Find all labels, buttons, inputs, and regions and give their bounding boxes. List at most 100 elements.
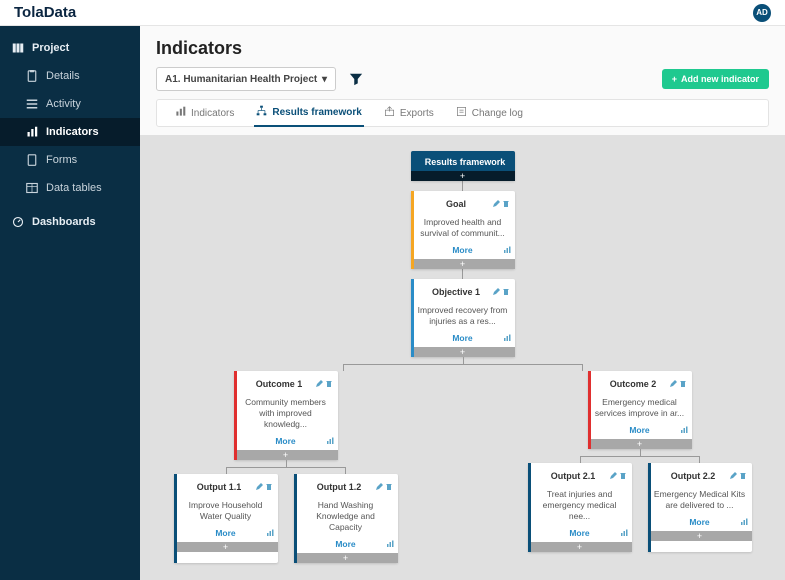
node-body: Improved health and survival of communit… [411,215,515,243]
add-button-label: Add new indicator [681,74,759,84]
edit-icon[interactable] [609,469,617,483]
sidebar: Project Details Activity Indicators Form… [0,26,140,580]
node-output-1-2[interactable]: Output 1.2 Hand Washing Knowledge and Ca… [294,474,398,563]
add-child-button[interactable]: + [234,450,338,460]
sidebar-item-project[interactable]: Project [0,34,140,62]
chart-icon [326,437,334,447]
clipboard-icon [26,70,38,82]
node-output-1-1[interactable]: Output 1.1 Improve Household Water Quali… [174,474,278,563]
node-more-link[interactable]: More [234,434,338,450]
tab-indicators[interactable]: Indicators [173,100,236,126]
sidebar-label: Indicators [46,126,99,138]
chart-icon [266,529,274,539]
node-root[interactable]: Results framework + [411,151,515,181]
node-objective[interactable]: Objective 1 Improved recovery from injur… [411,279,515,357]
add-child-button[interactable]: + [411,347,515,357]
delete-icon[interactable] [385,480,393,494]
add-child-button[interactable]: + [411,171,515,181]
add-child-button[interactable]: + [411,259,515,269]
node-body: Emergency Medical Kits are delivered to … [648,487,752,515]
node-title: Output 1.2 [304,482,375,492]
edit-icon[interactable] [375,480,383,494]
node-title: Goal [421,199,492,209]
add-child-button[interactable]: + [174,542,278,552]
node-more-link[interactable]: More [528,526,632,542]
delete-icon[interactable] [265,480,273,494]
user-avatar[interactable]: AD [753,4,771,22]
node-title: Objective 1 [421,287,492,297]
tab-label: Indicators [191,108,234,119]
main-panel: Indicators A1. Humanitarian Health Proje… [140,26,785,580]
list-icon [26,98,38,110]
sidebar-label: Details [46,70,80,82]
brand-logo: TolaData [14,4,76,21]
node-more-link[interactable]: More [294,537,398,553]
delete-icon[interactable] [502,197,510,211]
sidebar-item-dashboards[interactable]: Dashboards [0,208,140,236]
sidebar-label: Dashboards [32,216,96,228]
tab-changelog[interactable]: Change log [454,100,525,126]
add-child-button[interactable]: + [528,542,632,552]
node-body: Hand Washing Knowledge and Capacity [294,498,398,537]
tab-results-framework[interactable]: Results framework [254,99,363,127]
sidebar-label: Forms [46,154,77,166]
edit-icon[interactable] [492,197,500,211]
node-more-link[interactable]: More [411,243,515,259]
node-actions [492,197,510,211]
node-more-link[interactable]: More [411,331,515,347]
node-outcome-2[interactable]: Outcome 2 Emergency medical services imp… [588,371,692,449]
node-goal[interactable]: Goal Improved health and survival of com… [411,191,515,269]
edit-icon[interactable] [315,377,323,391]
add-child-button[interactable]: + [588,439,692,449]
node-output-2-2[interactable]: Output 2.2 Emergency Medical Kits are de… [648,463,752,552]
edit-icon[interactable] [255,480,263,494]
tab-exports[interactable]: Exports [382,100,436,126]
node-title: Output 1.1 [184,482,255,492]
node-more-link[interactable]: More [648,515,752,531]
chart-icon [386,540,394,550]
add-indicator-button[interactable]: + Add new indicator [662,69,769,89]
tab-label: Exports [400,108,434,119]
node-body: Improved recovery from injuries as a res… [411,303,515,331]
edit-icon[interactable] [669,377,677,391]
top-bar: TolaData AD [0,0,785,26]
node-title: Outcome 1 [244,379,315,389]
delete-icon[interactable] [502,285,510,299]
add-child-button[interactable]: + [294,553,398,563]
node-title: Output 2.1 [538,471,609,481]
delete-icon[interactable] [679,377,687,391]
chart-icon [26,126,38,138]
changelog-icon [456,106,467,120]
node-body: Emergency medical services improve in ar… [588,395,692,423]
project-select[interactable]: A1. Humanitarian Health Project ▾ [156,67,336,91]
edit-icon[interactable] [729,469,737,483]
filter-button[interactable] [346,69,366,89]
sidebar-item-datatables[interactable]: Data tables [0,174,140,202]
tab-label: Change log [472,108,523,119]
hierarchy-icon [256,105,267,119]
sidebar-item-forms[interactable]: Forms [0,146,140,174]
node-outcome-1[interactable]: Outcome 1 Community members with improve… [234,371,338,460]
sidebar-item-activity[interactable]: Activity [0,90,140,118]
node-more-link[interactable]: More [588,423,692,439]
delete-icon[interactable] [325,377,333,391]
project-select-value: A1. Humanitarian Health Project [165,74,317,85]
sidebar-item-details[interactable]: Details [0,62,140,90]
node-title: Outcome 2 [598,379,669,389]
sidebar-item-indicators[interactable]: Indicators [0,118,140,146]
delete-icon[interactable] [619,469,627,483]
chart-icon [680,426,688,436]
form-icon [26,154,38,166]
add-child-button[interactable]: + [648,531,752,541]
sidebar-label: Data tables [46,182,102,194]
edit-icon[interactable] [492,285,500,299]
delete-icon[interactable] [739,469,747,483]
table-icon [26,182,38,194]
sidebar-label: Project [32,42,69,54]
chevron-down-icon: ▾ [322,74,327,85]
export-icon [384,106,395,120]
node-output-2-1[interactable]: Output 2.1 Treat injuries and emergency … [528,463,632,552]
node-body: Community members with improved knowledg… [234,395,338,434]
page-title: Indicators [156,38,769,59]
node-more-link[interactable]: More [174,526,278,542]
